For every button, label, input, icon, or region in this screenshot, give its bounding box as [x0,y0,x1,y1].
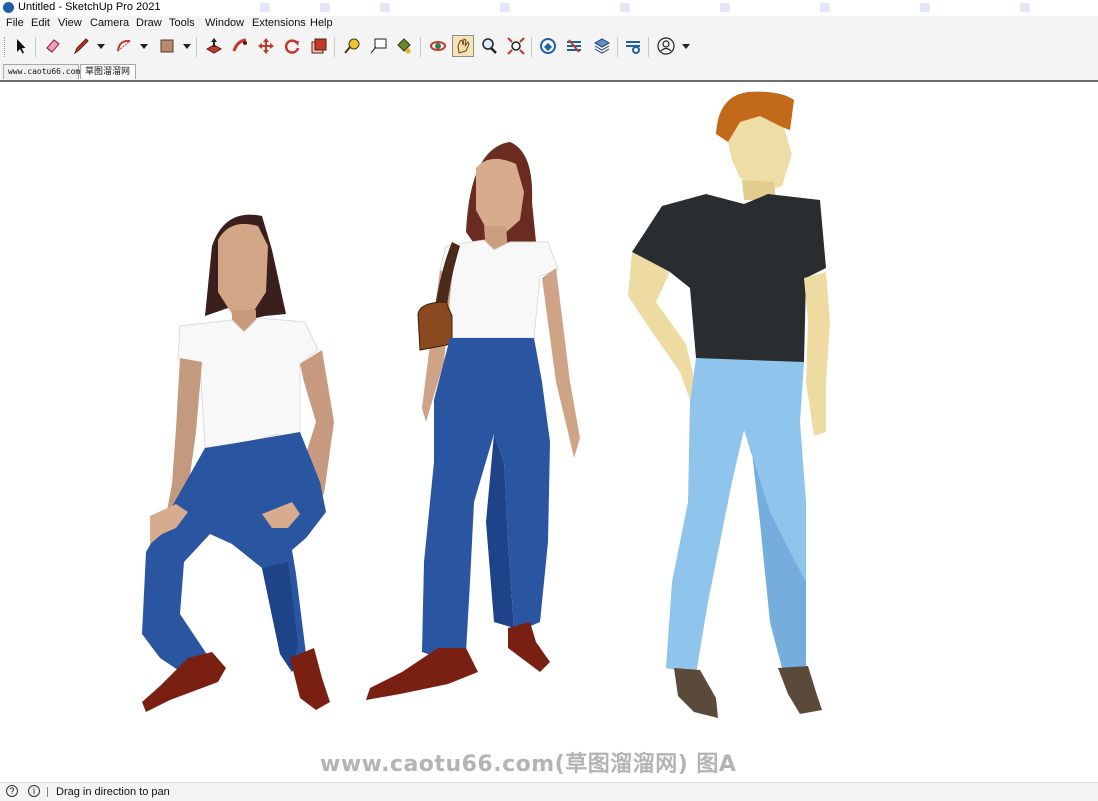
pan-icon [457,38,470,54]
zoom-icon [482,38,497,54]
arc-button[interactable] [113,35,135,57]
paint-bucket-button[interactable] [393,35,415,57]
extension-manager-icon [626,41,640,54]
scene-tab-website[interactable]: www.caotu66.com [3,64,80,79]
tape-measure-icon [344,38,360,54]
arc-icon [117,39,131,52]
menu-bar: File Edit View Camera Draw Tools Window … [0,16,1098,32]
toolbar-separator [648,37,649,57]
rotate-button[interactable] [281,35,303,57]
model-viewport[interactable]: www.caotu66.com(草图溜溜网) 图A [0,80,1098,780]
extension-manager-button[interactable] [622,35,644,57]
title-decoration [820,3,830,12]
rectangle-button[interactable] [156,35,178,57]
toolbar-separator [334,37,335,57]
zoom-extents-icon [507,37,525,55]
warehouse-icon [540,38,556,54]
eraser-button[interactable] [42,35,64,57]
menu-extensions[interactable]: Extensions [252,17,306,29]
title-decoration [920,3,930,12]
toolbar-separator [420,37,421,57]
seated-woman-figure [142,214,334,712]
eraser-icon [46,39,60,53]
orbit-button[interactable] [427,35,449,57]
line-tools-dropdown[interactable] [97,44,105,49]
title-decoration [1020,3,1030,12]
menu-help[interactable]: Help [310,17,333,29]
pan-button[interactable] [452,35,474,57]
toolbar-separator [196,37,197,57]
title-decoration [500,3,510,12]
toolbar-separator [617,37,618,57]
watermark-text: www.caotu66.com(草图溜溜网) 图A [320,752,737,777]
title-bar: Untitled - SketchUp Pro 2021 [0,0,1098,17]
window-title: Untitled - SketchUp Pro 2021 [18,1,161,13]
status-bar: ? i Drag in direction to pan [0,782,1098,801]
menu-window[interactable]: Window [205,17,244,29]
menu-file[interactable]: File [6,17,24,29]
tape-measure-button[interactable] [341,35,363,57]
text-button[interactable] [367,35,389,57]
zoom-extents-button[interactable] [505,35,527,57]
title-decoration [380,3,390,12]
arc-tools-dropdown[interactable] [140,44,148,49]
scale-icon [311,38,327,54]
standing-woman-figure [366,142,580,700]
rectangle-icon [160,39,174,53]
title-decoration [620,3,630,12]
account-button[interactable] [655,35,677,57]
orbit-icon [430,41,446,51]
extension-warehouse-icon [567,39,581,53]
zoom-button[interactable] [478,35,500,57]
geo-location-icon[interactable]: ? [6,785,18,797]
menu-draw[interactable]: Draw [136,17,162,29]
move-button[interactable] [255,35,277,57]
push-pull-button[interactable] [203,35,225,57]
sketchup-logo-icon [3,2,14,13]
rotate-icon [284,39,300,54]
toolbar-separator [35,37,36,57]
extension-warehouse-button[interactable] [563,35,585,57]
scale-button[interactable] [308,35,330,57]
title-decoration [720,3,730,12]
toolbar-grip[interactable] [4,37,8,57]
menu-camera[interactable]: Camera [90,17,129,29]
scene-figures [142,91,830,718]
select-icon [17,39,26,54]
layer-icon [593,38,611,54]
title-decoration [320,3,330,12]
menu-tools[interactable]: Tools [169,17,195,29]
toolbar-separator [531,37,532,57]
account-dropdown[interactable] [682,44,690,49]
pencil-line-icon [73,38,89,55]
info-icon[interactable]: i [28,785,40,797]
menu-view[interactable]: View [58,17,82,29]
paint-bucket-icon [397,38,411,54]
standing-man-figure [628,91,830,718]
menu-edit[interactable]: Edit [31,17,50,29]
title-decoration [260,3,270,12]
account-icon [657,37,675,55]
status-message: Drag in direction to pan [56,786,170,798]
select-button[interactable] [10,35,32,57]
scene-tab-bar: www.caotu66.com 草图溜溜网 [0,62,1098,80]
pencil-line-button[interactable] [70,35,92,57]
follow-me-button[interactable] [229,35,251,57]
main-toolbar [0,32,1098,63]
shape-tools-dropdown[interactable] [183,44,191,49]
follow-me-icon [232,38,247,52]
scene-tab-caotu[interactable]: 草图溜溜网 [80,64,136,79]
warehouse-button[interactable] [537,35,559,57]
text-icon [370,38,387,54]
status-separator [47,787,48,797]
move-icon [258,38,274,54]
layer-button[interactable] [591,35,613,57]
push-pull-icon [205,38,223,54]
